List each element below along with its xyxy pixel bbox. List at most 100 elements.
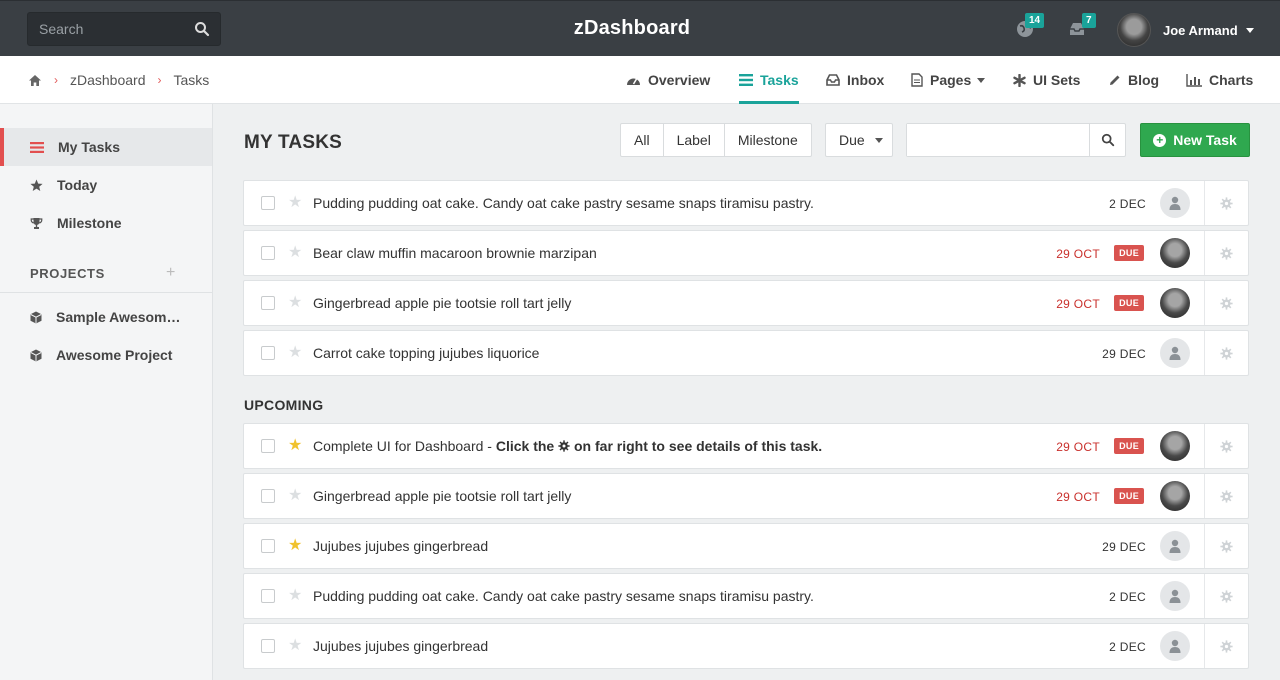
task-title[interactable]: Jujubes jujubes gingerbread	[313, 638, 488, 654]
assignee-avatar[interactable]	[1160, 431, 1190, 461]
page-title: MY TASKS	[244, 132, 343, 153]
task-checkbox[interactable]	[261, 639, 275, 653]
task-checkbox[interactable]	[261, 589, 275, 603]
sidebar-item-today[interactable]: Today	[0, 166, 212, 204]
task-row[interactable]: ★ Jujubes jujubes gingerbread 2 DEC	[243, 623, 1249, 669]
task-checkbox[interactable]	[261, 539, 275, 553]
star-icon[interactable]: ★	[288, 538, 302, 554]
sidebar-item-label: Awesome Project	[56, 347, 173, 363]
task-search-input[interactable]	[907, 124, 1091, 156]
assignee-avatar[interactable]	[1160, 238, 1190, 268]
assignee-avatar[interactable]	[1160, 581, 1190, 611]
task-title[interactable]: Gingerbread apple pie tootsie roll tart …	[313, 488, 571, 504]
task-checkbox[interactable]	[261, 489, 275, 503]
assignee-avatar[interactable]	[1160, 288, 1190, 318]
star-icon[interactable]: ★	[288, 195, 302, 211]
chevron-down-icon[interactable]	[1245, 27, 1254, 33]
notifications-badge: 14	[1025, 13, 1045, 28]
task-date: 29 DEC	[1102, 347, 1146, 361]
nav-charts[interactable]: Charts	[1186, 56, 1253, 104]
task-checkbox[interactable]	[261, 439, 275, 453]
task-settings[interactable]	[1204, 231, 1248, 275]
task-title[interactable]: Bear claw muffin macaroon brownie marzip…	[313, 245, 597, 261]
task-row[interactable]: ★ Pudding pudding oat cake. Candy oat ca…	[243, 180, 1249, 226]
task-row[interactable]: ★ Complete UI for Dashboard - Click the …	[243, 423, 1249, 469]
sidebar-item-milestone[interactable]: Milestone	[0, 204, 212, 242]
task-date: 29 OCT	[1056, 440, 1100, 454]
task-row[interactable]: ★ Jujubes jujubes gingerbread 29 DEC	[243, 523, 1249, 569]
assignee-avatar[interactable]	[1160, 188, 1190, 218]
task-date: 29 OCT	[1056, 490, 1100, 504]
task-row[interactable]: ★ Bear claw muffin macaroon brownie marz…	[243, 230, 1249, 276]
star-icon[interactable]: ★	[288, 295, 302, 311]
star-icon[interactable]: ★	[288, 588, 302, 604]
add-project-icon[interactable]: +	[166, 264, 175, 282]
task-title[interactable]: Gingerbread apple pie tootsie roll tart …	[313, 295, 571, 311]
nav-label: Overview	[648, 72, 711, 88]
new-task-button[interactable]: + New Task	[1140, 123, 1250, 157]
task-title[interactable]: Pudding pudding oat cake. Candy oat cake…	[313, 588, 814, 604]
star-icon[interactable]: ★	[288, 638, 302, 654]
star-icon[interactable]: ★	[288, 345, 302, 361]
task-title[interactable]: Jujubes jujubes gingerbread	[313, 538, 488, 554]
task-settings[interactable]	[1204, 181, 1248, 225]
nav-overview[interactable]: Overview	[626, 56, 710, 104]
task-row[interactable]: ★ Pudding pudding oat cake. Candy oat ca…	[243, 573, 1249, 619]
nav-label: Pages	[930, 72, 972, 88]
tasks-icon	[30, 141, 44, 153]
nav-blog[interactable]: Blog	[1108, 56, 1159, 104]
assignee-avatar[interactable]	[1160, 631, 1190, 661]
task-checkbox[interactable]	[261, 196, 275, 210]
task-row[interactable]: ★ Gingerbread apple pie tootsie roll tar…	[243, 280, 1249, 326]
user-name[interactable]: Joe Armand	[1163, 23, 1238, 38]
task-settings[interactable]	[1204, 424, 1248, 468]
cube-icon	[30, 349, 42, 361]
task-settings[interactable]	[1204, 524, 1248, 568]
sort-dropdown[interactable]: Due	[825, 123, 893, 157]
task-title[interactable]: Carrot cake topping jujubes liquorice	[313, 345, 539, 361]
filter-all-button[interactable]: All	[621, 124, 664, 156]
sidebar-project-item[interactable]: Awesome Project	[0, 336, 212, 374]
user-icon	[1169, 639, 1181, 653]
sidebar-project-item[interactable]: Sample Awesome Project	[0, 298, 212, 336]
assignee-avatar[interactable]	[1160, 531, 1190, 561]
nav-ui-sets[interactable]: UI Sets	[1013, 56, 1080, 104]
task-row[interactable]: ★ Gingerbread apple pie tootsie roll tar…	[243, 473, 1249, 519]
task-settings[interactable]	[1204, 624, 1248, 668]
task-title[interactable]: Complete UI for Dashboard - Click the on…	[313, 438, 822, 454]
task-checkbox[interactable]	[261, 246, 275, 260]
task-settings[interactable]	[1204, 574, 1248, 618]
filter-label-button[interactable]: Label	[664, 124, 725, 156]
task-settings[interactable]	[1204, 281, 1248, 325]
task-row[interactable]: ★ Carrot cake topping jujubes liquorice …	[243, 330, 1249, 376]
due-badge: DUE	[1114, 488, 1144, 504]
task-title[interactable]: Pudding pudding oat cake. Candy oat cake…	[313, 195, 814, 211]
star-icon[interactable]: ★	[288, 438, 302, 454]
avatar[interactable]	[1117, 13, 1151, 47]
sidebar-item-label: Milestone	[57, 215, 122, 231]
assignee-avatar[interactable]	[1160, 338, 1190, 368]
page-icon	[911, 73, 923, 87]
breadcrumb-item[interactable]: zDashboard	[70, 72, 146, 88]
task-checkbox[interactable]	[261, 346, 275, 360]
home-icon[interactable]	[28, 74, 42, 87]
star-icon[interactable]: ★	[288, 245, 302, 261]
gear-icon	[1220, 246, 1233, 260]
star-icon[interactable]: ★	[288, 488, 302, 504]
breadcrumb-item-current: Tasks	[173, 72, 210, 88]
task-checkbox[interactable]	[261, 296, 275, 310]
gear-icon	[1220, 639, 1233, 653]
task-date: 29 OCT	[1056, 297, 1100, 311]
task-settings[interactable]	[1204, 331, 1248, 375]
sidebar-item-my-tasks[interactable]: My Tasks	[0, 128, 212, 166]
task-search-button[interactable]	[1089, 124, 1125, 156]
nav-pages[interactable]: Pages	[911, 56, 986, 104]
user-icon	[1169, 539, 1181, 553]
nav-inbox[interactable]: Inbox	[826, 56, 884, 104]
filter-milestone-button[interactable]: Milestone	[725, 124, 811, 156]
user-menu[interactable]: Joe Armand	[1117, 13, 1254, 47]
nav-tasks[interactable]: Tasks	[739, 56, 799, 104]
gear-icon	[1220, 346, 1233, 360]
task-settings[interactable]	[1204, 474, 1248, 518]
assignee-avatar[interactable]	[1160, 481, 1190, 511]
